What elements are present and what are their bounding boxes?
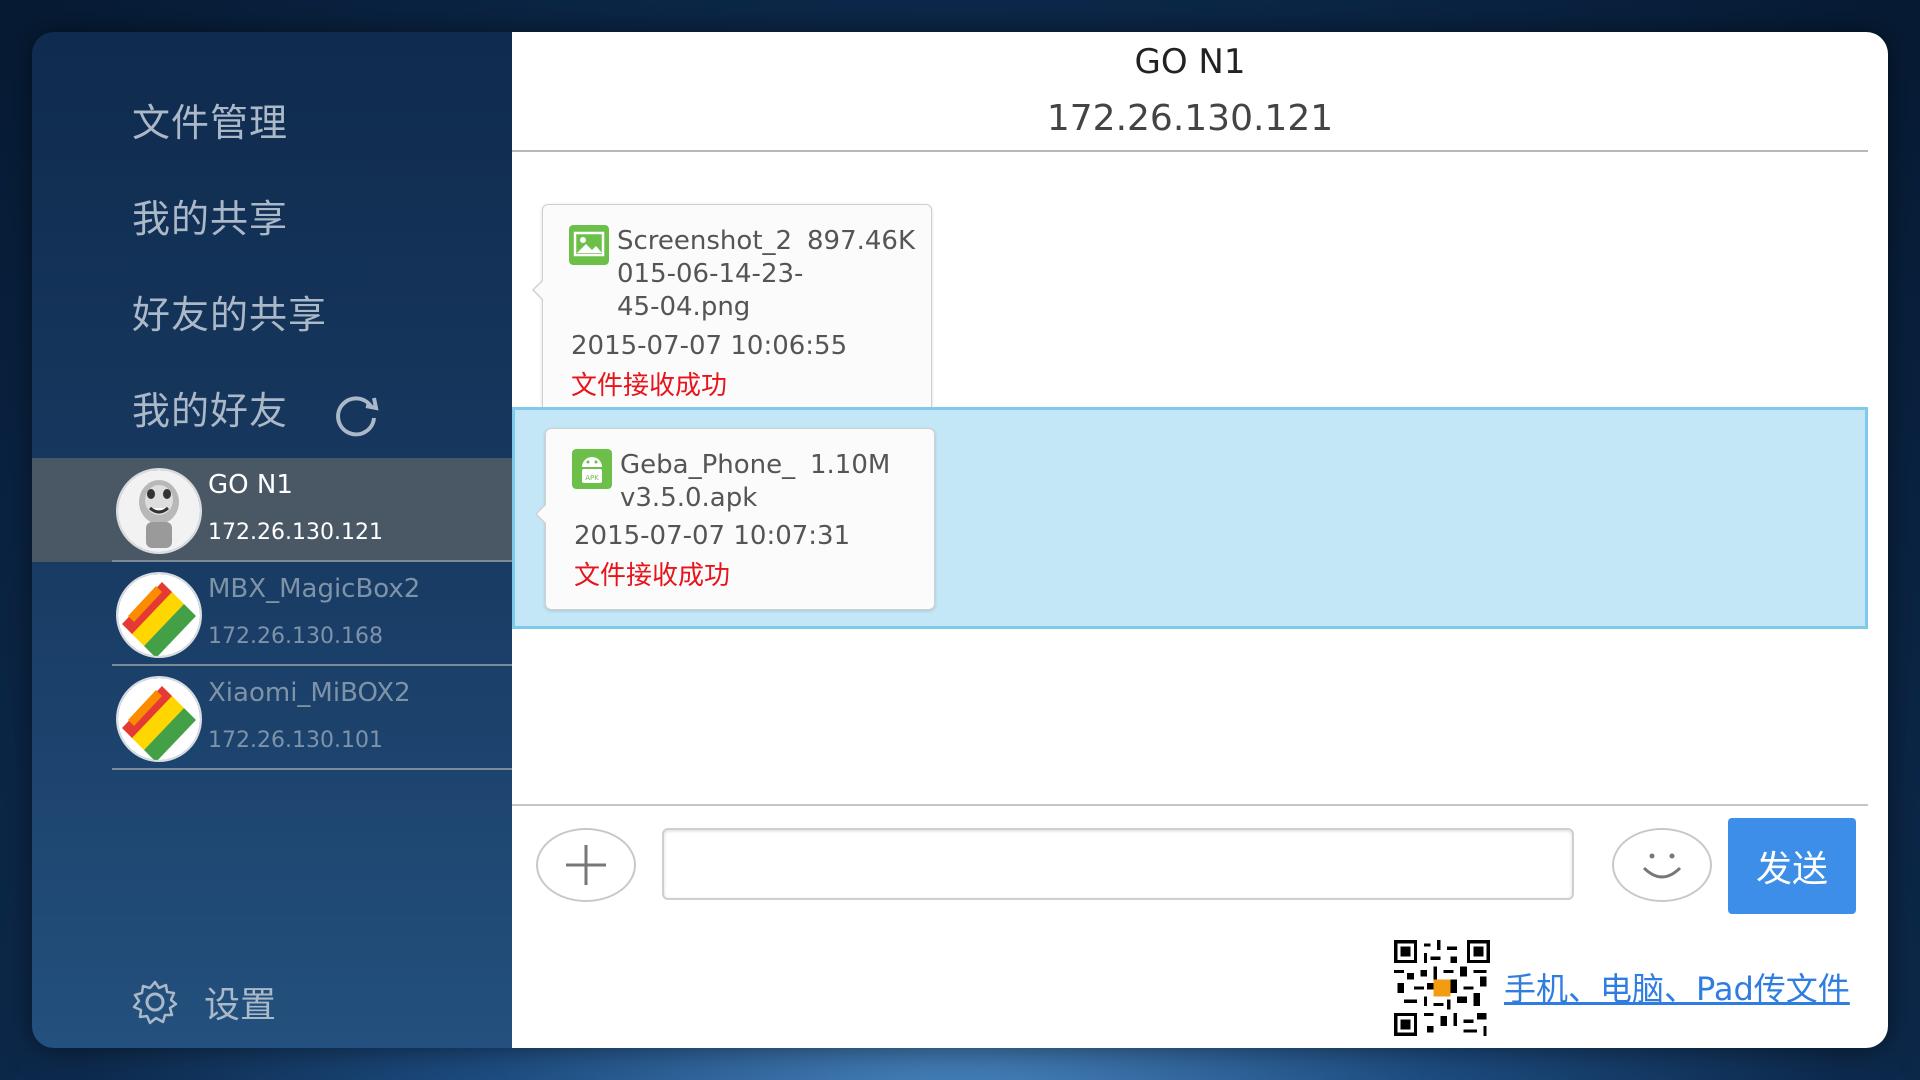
file-timestamp: 2015-07-07 10:06:55 xyxy=(571,331,848,361)
send-button[interactable]: 发送 xyxy=(1728,818,1856,914)
chat-header: GO N1 172.26.130.121 xyxy=(512,32,1868,152)
transfer-status: 文件接收成功 xyxy=(571,371,728,401)
nav-file-management[interactable]: 文件管理 xyxy=(132,92,288,147)
add-attachment-button[interactable] xyxy=(536,828,636,902)
file-size: 897.46K xyxy=(807,226,916,256)
message-input[interactable] xyxy=(662,828,1574,900)
file-message-bubble[interactable]: APK Geba_Phone_v3.5.0.apk 1.10M 2015-07-… xyxy=(535,428,935,610)
gear-icon xyxy=(132,980,178,1025)
friend-item-xiaomi-mibox2[interactable]: Xiaomi_MiBOX2 172.26.130.101 xyxy=(32,666,512,770)
smiley-icon xyxy=(1642,853,1682,879)
friend-name: MBX_MagicBox2 xyxy=(208,574,421,604)
avatar xyxy=(116,572,202,658)
friend-name: GO N1 xyxy=(208,470,293,500)
app-window: 文件管理 我的共享 好友的共享 我的好友 GO N1 172.26.130.12… xyxy=(32,32,1888,1048)
file-message-bubble[interactable]: Screenshot_2015-06-14-23-45-04.png 897.4… xyxy=(532,204,932,418)
image-file-icon xyxy=(569,225,609,265)
transfer-status: 文件接收成功 xyxy=(574,561,731,591)
qr-code-icon xyxy=(1394,940,1490,1036)
friend-ip: 172.26.130.101 xyxy=(208,728,383,753)
refresh-icon[interactable] xyxy=(328,386,384,442)
apk-file-icon: APK xyxy=(572,449,612,489)
promo-link[interactable]: 手机、电脑、Pad传文件 xyxy=(1504,964,1850,1010)
avatar xyxy=(116,468,202,554)
composer-divider xyxy=(512,804,1868,806)
file-size: 1.10M xyxy=(810,450,891,480)
svg-text:APK: APK xyxy=(585,474,599,482)
sidebar: 文件管理 我的共享 好友的共享 我的好友 GO N1 172.26.130.12… xyxy=(32,32,512,1048)
nav-my-shares[interactable]: 我的共享 xyxy=(132,188,288,243)
message-row-selected[interactable]: APK Geba_Phone_v3.5.0.apk 1.10M 2015-07-… xyxy=(512,407,1868,629)
chat-ip: 172.26.130.121 xyxy=(1046,98,1334,139)
chat-panel: GO N1 172.26.130.121 Screenshot_2015-06-… xyxy=(512,32,1888,1048)
divider xyxy=(112,768,512,770)
settings-button[interactable]: 设置 xyxy=(132,976,276,1028)
nav-friends-shares[interactable]: 好友的共享 xyxy=(132,284,327,339)
friend-ip: 172.26.130.168 xyxy=(208,624,383,649)
file-name: Screenshot_2015-06-14-23-45-04.png xyxy=(617,226,804,322)
emoji-button[interactable] xyxy=(1612,828,1712,902)
file-timestamp: 2015-07-07 10:07:31 xyxy=(574,521,851,551)
message-row: Screenshot_2015-06-14-23-45-04.png 897.4… xyxy=(512,170,1868,418)
friend-item-go-n1[interactable]: GO N1 172.26.130.121 xyxy=(32,458,512,562)
settings-label: 设置 xyxy=(204,985,277,1026)
chat-title: GO N1 xyxy=(1134,42,1246,82)
friend-name: Xiaomi_MiBOX2 xyxy=(208,678,411,708)
nav-my-friends[interactable]: 我的好友 xyxy=(132,380,288,435)
friend-ip: 172.26.130.121 xyxy=(208,520,383,545)
friend-item-mbx-magicbox2[interactable]: MBX_MagicBox2 172.26.130.168 xyxy=(32,562,512,666)
avatar xyxy=(116,676,202,762)
plus-icon xyxy=(566,845,606,885)
file-name: Geba_Phone_v3.5.0.apk xyxy=(620,450,796,513)
